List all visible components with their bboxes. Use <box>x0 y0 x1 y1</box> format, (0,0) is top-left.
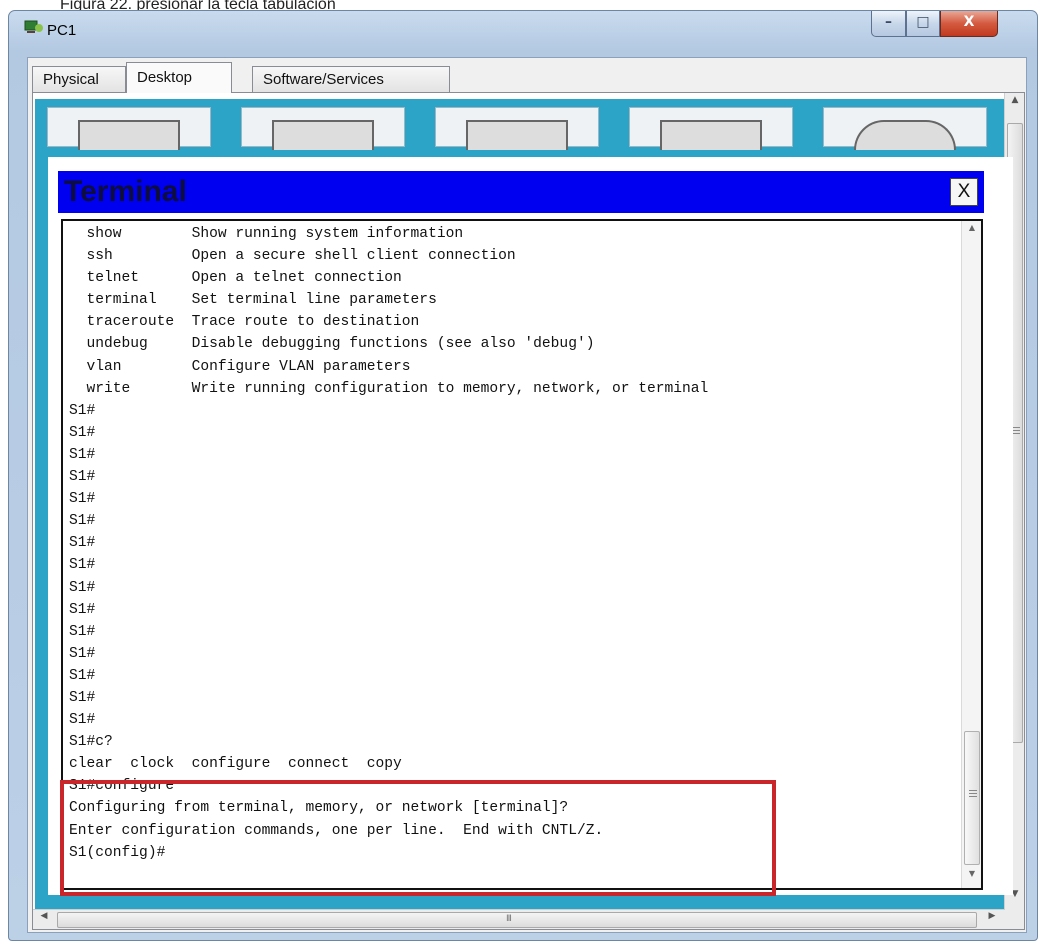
terminal-line: clear clock configure connect copy <box>69 756 402 773</box>
terminal-header: Terminal X <box>58 171 984 213</box>
terminal-line: traceroute Trace route to destination <box>69 314 420 331</box>
terminal-line: S1# <box>69 579 96 596</box>
hscrollbar-thumb[interactable]: III <box>57 912 977 928</box>
close-icon: X <box>963 14 975 30</box>
terminal-line: S1#configure <box>69 778 175 795</box>
grip-line <box>1012 433 1020 434</box>
app-tile-icon <box>660 120 762 150</box>
window-client-area: Physical Desktop Software/Services ▲ ▼ ◀… <box>27 57 1027 933</box>
terminal-line: S1#c? <box>69 734 113 751</box>
desktop-app-tile[interactable] <box>241 107 405 150</box>
app-tile-icon <box>272 120 374 150</box>
terminal-line: S1# <box>69 712 96 729</box>
terminal-line: S1# <box>69 424 96 441</box>
terminal-output[interactable]: show Show running system information ssh… <box>61 219 983 890</box>
window-title: PC1 <box>47 22 77 39</box>
terminal-close-button[interactable]: X <box>950 178 978 206</box>
terminal-line: Configuring from terminal, memory, or ne… <box>69 800 569 817</box>
terminal-line: S1# <box>69 623 96 640</box>
terminal-line: S1# <box>69 689 96 706</box>
grip-line <box>969 796 977 797</box>
desktop-panel: ▲ ▼ ◀ III ▶ Terminal X show Show running… <box>32 92 1025 930</box>
pc-app-icon <box>24 20 43 33</box>
terminal-line: telnet Open a telnet connection <box>69 270 402 287</box>
terminal-line: S1# <box>69 645 96 662</box>
minimize-button[interactable]: – <box>871 11 906 37</box>
scroll-up-arrow-icon[interactable]: ▲ <box>962 223 981 239</box>
tab-software-services[interactable]: Software/Services <box>252 66 450 92</box>
desktop-app-tile[interactable] <box>629 107 793 150</box>
terminal-line: ssh Open a secure shell client connectio… <box>69 248 516 265</box>
grip-line <box>969 790 977 791</box>
terminal-line: S1(config)# <box>69 844 166 861</box>
terminal-dialog: Terminal X show Show running system info… <box>48 157 1013 895</box>
terminal-line: undebug Disable debugging functions (see… <box>69 336 595 353</box>
scroll-down-arrow-icon[interactable]: ▼ <box>962 869 981 885</box>
terminal-line: S1# <box>69 535 96 552</box>
terminal-line: vlan Configure VLAN parameters <box>69 358 411 375</box>
terminal-line: S1# <box>69 667 96 684</box>
terminal-line: Enter configuration commands, one per li… <box>69 822 604 839</box>
terminal-line: S1# <box>69 446 96 463</box>
terminal-line: terminal Set terminal line parameters <box>69 292 437 309</box>
hscrollbar-grip: III <box>506 914 512 924</box>
maximize-icon: □ <box>916 14 930 30</box>
scroll-right-arrow-icon[interactable]: ▶ <box>983 911 1001 929</box>
desktop-app-tile[interactable] <box>435 107 599 150</box>
terminal-line: S1# <box>69 557 96 574</box>
minimize-icon: – <box>885 14 892 30</box>
app-tile-icon <box>854 120 956 150</box>
grip-line <box>1012 427 1020 428</box>
grip-line <box>1012 430 1020 431</box>
terminal-scrollbar[interactable]: ▲ ▼ <box>961 221 981 888</box>
scroll-up-arrow-icon[interactable]: ▲ <box>1005 95 1025 113</box>
terminal-line: show Show running system information <box>69 226 464 242</box>
terminal-scrollbar-thumb[interactable] <box>964 731 980 865</box>
app-tile-icon <box>78 120 180 150</box>
terminal-line: S1# <box>69 513 96 530</box>
tab-physical[interactable]: Physical <box>32 66 126 92</box>
title-bar[interactable]: PC1 – □ X <box>9 11 1037 49</box>
terminal-lines: show Show running system information ssh… <box>69 223 708 864</box>
terminal-line: S1# <box>69 601 96 618</box>
desktop-app-tile[interactable] <box>47 107 211 150</box>
terminal-line: S1# <box>69 469 96 486</box>
desktop-app-tile[interactable] <box>823 107 987 150</box>
app-tile-icon <box>466 120 568 150</box>
terminal-line: S1# <box>69 402 96 419</box>
app-window: PC1 – □ X Physical Desktop Software/Serv… <box>8 10 1038 941</box>
tab-desktop[interactable]: Desktop <box>126 62 232 93</box>
maximize-button[interactable]: □ <box>906 11 940 37</box>
terminal-line: S1# <box>69 491 96 508</box>
grip-line <box>969 793 977 794</box>
terminal-line: write Write running configuration to mem… <box>69 380 709 397</box>
close-button[interactable]: X <box>940 11 998 37</box>
scroll-left-arrow-icon[interactable]: ◀ <box>35 911 53 929</box>
terminal-title: Terminal <box>64 175 187 208</box>
desktop-horizontal-scrollbar[interactable]: ◀ III ▶ <box>33 909 1005 929</box>
